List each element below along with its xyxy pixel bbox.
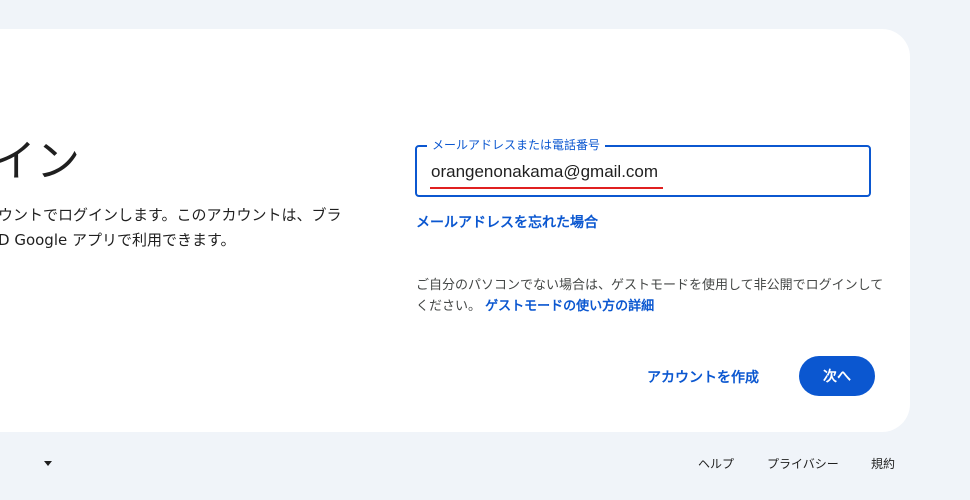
email-field-label: メールアドレスまたは電話番号 (427, 137, 606, 153)
forgot-email-link[interactable]: メールアドレスを忘れた場合 (416, 212, 598, 232)
footer-terms-link[interactable]: 規約 (871, 455, 895, 472)
spellcheck-underline (430, 187, 663, 189)
language-dropdown-caret-icon[interactable] (44, 461, 52, 466)
footer-privacy-link[interactable]: プライバシー (767, 455, 839, 472)
create-account-button[interactable]: アカウントを作成 (647, 367, 759, 387)
email-input[interactable] (431, 161, 851, 183)
page: イン ウントでログインします。このアカウントは、ブラ D Google アプリで… (0, 0, 970, 500)
page-title: イン (0, 136, 80, 187)
email-field[interactable]: メールアドレスまたは電話番号 (415, 137, 871, 197)
description-line-1: ウントでログインします。このアカウントは、ブラ (0, 206, 342, 224)
footer-help-link[interactable]: ヘルプ (698, 455, 734, 472)
guest-mode-learn-more-link[interactable]: ゲストモードの使い方の詳細 (485, 299, 654, 314)
next-button[interactable]: 次へ (799, 356, 875, 396)
signin-description: ウントでログインします。このアカウントは、ブラ D Google アプリで利用で… (0, 203, 378, 253)
description-line-2: D Google アプリで利用できます。 (0, 231, 236, 249)
guest-mode-notice: ご自分のパソコンでない場合は、ゲストモードを使用して非公開でログインしてください… (416, 275, 886, 317)
